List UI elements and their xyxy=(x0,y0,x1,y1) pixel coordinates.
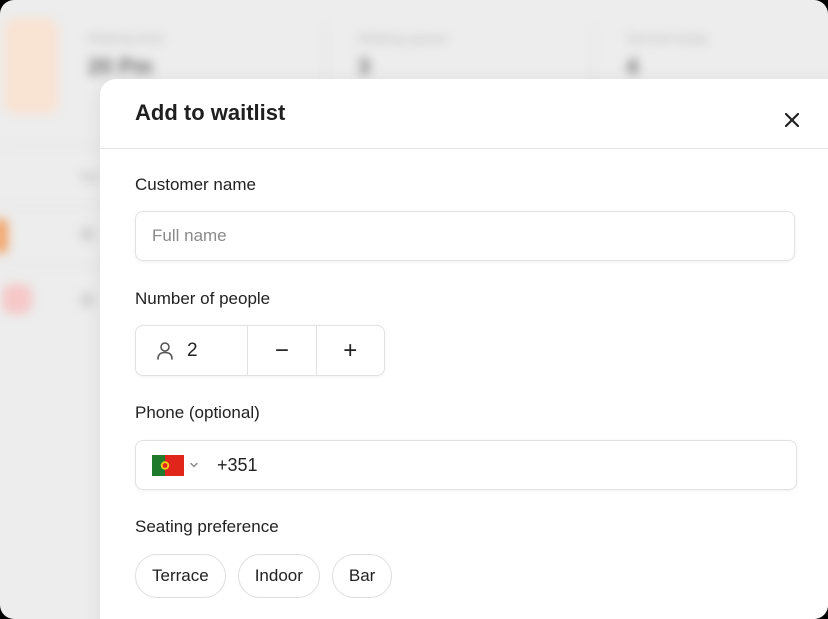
person-icon xyxy=(157,341,173,360)
stat-served-today: Served today 4 xyxy=(626,30,709,80)
status-indicator xyxy=(2,284,32,314)
customer-name-input[interactable] xyxy=(135,211,795,261)
stat-waiting-time: Waiting time 20 Pm xyxy=(88,30,165,80)
stat-label: Served today xyxy=(626,30,709,46)
seating-option-terrace[interactable]: Terrace xyxy=(135,554,226,598)
plus-icon: + xyxy=(343,336,358,364)
seating-option-bar[interactable]: Bar xyxy=(331,554,393,598)
phone-label: Phone (optional) xyxy=(135,403,260,422)
table-header-name: Na xyxy=(80,168,98,184)
stat-value: 4 xyxy=(626,54,639,79)
stat-waiting-queue: Waiting queue 3 xyxy=(358,30,447,80)
minus-icon: − xyxy=(274,336,289,364)
chevron-down-icon xyxy=(190,462,198,468)
stat-label: Waiting time xyxy=(88,30,165,46)
party-size-value: 2 xyxy=(187,339,198,361)
status-indicator xyxy=(0,218,8,254)
stat-value: 20 Pm xyxy=(88,54,153,79)
party-size-display: 2 xyxy=(136,326,249,375)
stat-label: Waiting queue xyxy=(358,30,447,46)
add-to-waitlist-modal: Add to waitlist Customer name Number of … xyxy=(100,79,828,619)
portugal-flag-icon xyxy=(152,454,184,476)
phone-field[interactable]: +351 xyxy=(135,440,797,490)
seating-options: Terrace Indoor Bar xyxy=(135,554,393,598)
stat-value: 3 xyxy=(358,54,371,79)
close-button[interactable] xyxy=(782,110,802,130)
app-window: Waiting time 20 Pm Waiting queue 3 Serve… xyxy=(0,0,828,619)
row-avatar xyxy=(80,227,94,241)
modal-title: Add to waitlist xyxy=(135,100,286,125)
decrement-button[interactable]: − xyxy=(248,326,315,375)
customer-name-label: Customer name xyxy=(135,175,256,194)
seating-label: Seating preference xyxy=(135,517,279,536)
increment-button[interactable]: + xyxy=(315,326,384,375)
party-size-stepper: 2 − + xyxy=(135,325,385,376)
country-code-select[interactable] xyxy=(152,454,199,476)
modal-header: Add to waitlist xyxy=(100,79,828,149)
row-avatar xyxy=(80,293,94,307)
party-size-label: Number of people xyxy=(135,289,271,308)
close-icon xyxy=(784,112,800,128)
phone-dial-code: +351 xyxy=(217,454,258,475)
seating-option-indoor[interactable]: Indoor xyxy=(237,554,320,598)
background-tile xyxy=(4,18,58,114)
